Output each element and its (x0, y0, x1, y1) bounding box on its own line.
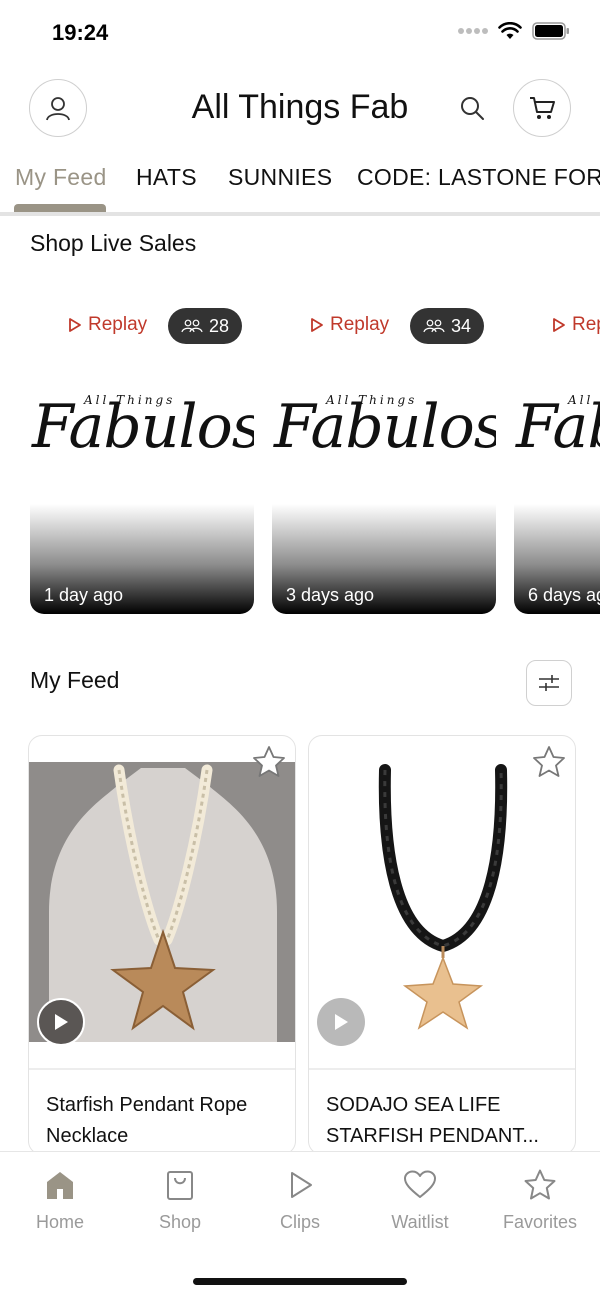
app-header: All Things Fab (0, 66, 600, 150)
replay-link[interactable]: Replay (552, 314, 600, 336)
bottom-nav: Home Shop Clips Waitlist Favorites (0, 1151, 600, 1299)
replay-link[interactable]: Replay (310, 314, 389, 336)
play-outline-icon (69, 318, 81, 332)
live-sales-title: Shop Live Sales (30, 230, 197, 256)
cart-icon (530, 97, 555, 119)
play-icon (291, 1172, 312, 1198)
star-icon (524, 1169, 556, 1200)
product-card[interactable]: SODAJO SEA LIFE STARFISH PENDANT... (308, 735, 576, 1155)
store-logo-image: All Things Fabulosity (516, 392, 600, 462)
shop-bag-icon (167, 1171, 193, 1200)
live-sale-card[interactable]: Replay 34 All Things Fabulosity 3 days a… (272, 300, 496, 614)
wifi-icon (498, 22, 522, 39)
nav-item-favorites[interactable]: Favorites (480, 1168, 600, 1233)
play-outline-icon (311, 318, 323, 332)
signal-dots-icon (458, 28, 488, 34)
cart-button[interactable] (513, 79, 571, 137)
product-name: SODAJO SEA LIFE STARFISH PENDANT... (326, 1094, 539, 1147)
filter-button[interactable] (526, 660, 572, 706)
product-card[interactable]: Starfish Pendant Rope Necklace (28, 735, 296, 1155)
home-icon (47, 1172, 73, 1199)
store-logo-image: All Things Fabulosity (32, 392, 254, 462)
viewer-count-badge: 28 (168, 308, 243, 344)
replay-link[interactable]: Replay (68, 314, 147, 336)
users-icon (181, 319, 203, 333)
nav-item-waitlist[interactable]: Waitlist (360, 1168, 480, 1233)
viewer-count-badge: 34 (410, 308, 485, 344)
favorite-star-icon[interactable] (531, 744, 567, 780)
tab-sunnies[interactable]: SUNNIES (228, 164, 332, 191)
home-indicator (193, 1278, 407, 1285)
battery-icon (532, 22, 569, 40)
play-icon (55, 1014, 68, 1030)
feed-title: My Feed (30, 667, 120, 693)
users-icon (423, 319, 445, 333)
live-thumbnail: 1 day ago (30, 504, 254, 614)
live-sales-strip: Replay 28 All Things Fabulosity 1 day ag… (0, 300, 600, 620)
store-logo-image: All Things Fabulosity (274, 392, 496, 462)
status-bar: 19:24 (0, 0, 600, 66)
time-ago: 3 days ago (286, 585, 375, 605)
status-time: 19:24 (52, 20, 109, 45)
category-tabs: My Feed HATS SUNNIES CODE: LASTONE FOR 3 (0, 150, 600, 216)
video-play-button[interactable] (37, 998, 85, 1046)
video-play-button[interactable] (317, 998, 365, 1046)
tab-hats[interactable]: HATS (136, 164, 197, 191)
play-outline-icon (553, 318, 565, 332)
nav-item-clips[interactable]: Clips (240, 1168, 360, 1233)
tabs-divider (0, 212, 600, 216)
time-ago: 6 days ago (528, 585, 600, 605)
live-thumbnail: 3 days ago (272, 504, 496, 614)
heart-icon (404, 1170, 436, 1198)
live-thumbnail: 6 days ago (514, 504, 600, 614)
live-sale-card[interactable]: Replay All Things Fabulosity 6 days ago (514, 300, 600, 614)
nav-item-shop[interactable]: Shop (120, 1168, 240, 1233)
play-icon (335, 1014, 348, 1030)
favorite-star-icon[interactable] (251, 744, 287, 780)
nav-item-home[interactable]: Home (0, 1168, 120, 1233)
sliders-icon (539, 675, 559, 691)
tab-my-feed[interactable]: My Feed (15, 164, 107, 191)
time-ago: 1 day ago (44, 585, 124, 605)
live-sale-card[interactable]: Replay 28 All Things Fabulosity 1 day ag… (30, 300, 254, 614)
app-title: All Things Fab (191, 88, 409, 126)
status-icons (458, 22, 570, 40)
tab-code-lastone[interactable]: CODE: LASTONE FOR 3 (357, 164, 600, 191)
product-name: Starfish Pendant Rope Necklace (46, 1094, 248, 1147)
active-tab-indicator (14, 204, 106, 212)
search-button[interactable] (456, 92, 488, 124)
search-icon (461, 97, 484, 120)
